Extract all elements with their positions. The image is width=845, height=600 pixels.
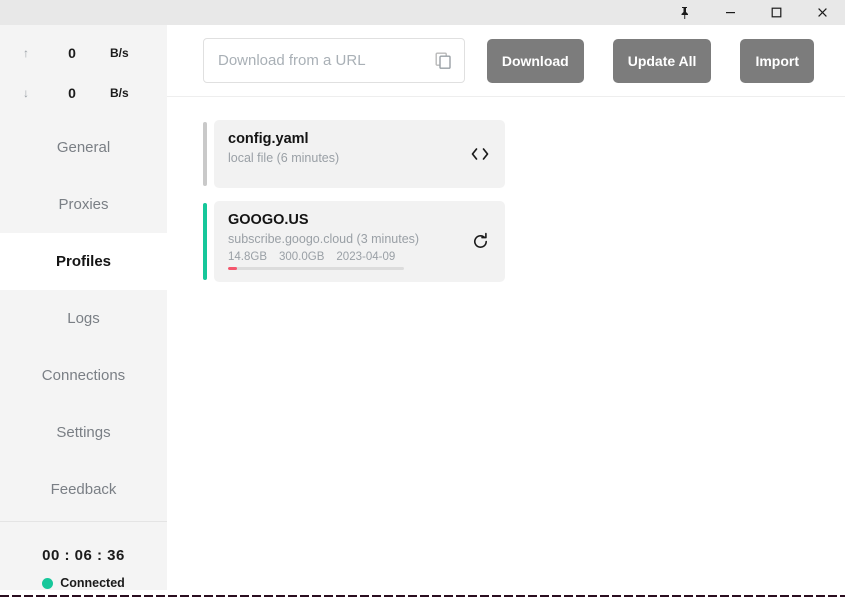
profile-card[interactable]: config.yaml local file (6 minutes) [203,120,505,188]
download-speed-unit: B/s [110,86,129,100]
url-input[interactable] [204,39,464,82]
profile-status-rail [203,122,207,186]
profile-traffic-total: 300.0GB [279,251,325,263]
profile-traffic-progress-fill [228,267,237,270]
profile-title: GOOGO.US [228,212,309,228]
minimize-icon[interactable] [707,0,753,25]
profile-card-text: GOOGO.US subscribe.googo.cloud (3 minute… [228,212,459,270]
sidebar-item-connections[interactable]: Connections [0,347,167,404]
sidebar-footer: 00 : 06 : 36 Connected [0,521,167,590]
sidebar-item-label: Logs [67,310,100,327]
upload-speed-unit: B/s [110,46,129,60]
sidebar-item-profiles[interactable]: Profiles [0,221,167,302]
profile-subtitle: local file (6 minutes) [228,151,340,165]
sidebar-item-label: General [56,139,111,156]
copy-icon[interactable] [435,52,453,70]
profile-title: config.yaml [228,131,309,147]
sidebar-item-label: Profiles [55,253,112,270]
profile-card-text: config.yaml local file (6 minutes) [228,131,459,165]
status-dot-icon [42,577,54,589]
sidebar-item-general[interactable]: General [0,119,167,176]
profile-card-body: GOOGO.US subscribe.googo.cloud (3 minute… [214,201,505,282]
uptime-timer: 00 : 06 : 36 [42,547,125,564]
sidebar-item-logs[interactable]: Logs [0,290,167,347]
app-window: ↑ 0 B/s ↓ 0 B/s General Proxies Profiles… [0,0,845,600]
sidebar-item-settings[interactable]: Settings [0,404,167,461]
main-content: Download Update All Import config.yaml l… [167,25,845,590]
speed-meters: ↑ 0 B/s ↓ 0 B/s [0,25,167,119]
window-edge-dashes [0,595,845,597]
sidebar-nav: General Proxies Profiles Logs Connection… [0,119,167,518]
sidebar-item-label: Feedback [50,481,117,498]
download-arrow-icon: ↓ [23,86,29,100]
profile-traffic-used: 14.8GB [228,251,267,263]
profile-traffic-progress [228,267,404,270]
download-speed-value: 0 [68,85,76,101]
profile-list: config.yaml local file (6 minutes) GOOGO… [167,97,845,282]
code-brackets-icon[interactable] [469,143,491,165]
profile-expiry-date: 2023-04-09 [336,251,396,263]
update-all-button[interactable]: Update All [612,38,712,83]
upload-arrow-icon: ↑ [23,46,29,60]
refresh-icon[interactable] [469,230,491,252]
status-badge: Connected [60,576,125,590]
toolbar: Download Update All Import [167,25,845,97]
title-bar [0,0,845,25]
upload-speed: ↑ 0 B/s [0,33,167,73]
import-button[interactable]: Import [740,38,814,83]
url-field [203,38,465,83]
download-button[interactable]: Download [486,38,584,83]
maximize-icon[interactable] [753,0,799,25]
sidebar-item-label: Proxies [58,196,109,213]
profile-stats: 14.8GB 300.0GB 2023-04-09 [228,251,459,263]
close-icon[interactable] [799,0,845,25]
sidebar: ↑ 0 B/s ↓ 0 B/s General Proxies Profiles… [0,25,167,590]
profile-status-rail [203,203,207,280]
pin-icon[interactable] [661,0,707,25]
upload-speed-value: 0 [68,45,76,61]
sidebar-item-feedback[interactable]: Feedback [0,461,167,518]
profile-subtitle: subscribe.googo.cloud (3 minutes) [228,232,420,246]
profile-card-body: config.yaml local file (6 minutes) [214,120,505,188]
profile-card[interactable]: GOOGO.US subscribe.googo.cloud (3 minute… [203,201,505,282]
connection-status: Connected [0,576,167,590]
download-speed: ↓ 0 B/s [0,73,167,113]
window-bottom-edge [0,590,845,600]
sidebar-item-label: Connections [41,367,126,384]
sidebar-item-label: Settings [56,424,111,441]
sidebar-item-proxies[interactable]: Proxies [0,176,167,233]
